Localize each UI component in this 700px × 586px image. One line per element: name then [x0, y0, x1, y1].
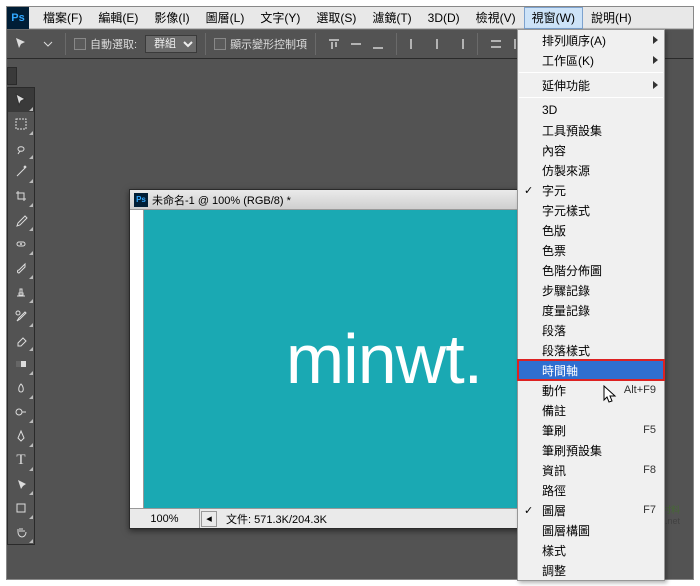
shortcut-label: F5 — [643, 424, 656, 436]
eraser-tool[interactable] — [8, 328, 34, 352]
menu-item[interactable]: 色階分佈圖 — [518, 260, 664, 280]
submenu-arrow-icon — [653, 36, 658, 44]
menu-item[interactable]: 調整 — [518, 560, 664, 580]
menu-item[interactable]: 度量記錄 — [518, 300, 664, 320]
menubar-item[interactable]: 3D(D) — [420, 7, 468, 29]
hand-tool[interactable] — [8, 520, 34, 544]
window-menu-dropdown: 排列順序(A) 工作區(K) 延伸功能 3D工具預設集內容仿製來源✓字元字元樣式… — [517, 29, 665, 581]
menu-item[interactable]: 工具預設集 — [518, 120, 664, 140]
menu-item[interactable]: ✓字元 — [518, 180, 664, 200]
menubar-item[interactable]: 文字(Y) — [252, 7, 308, 29]
show-transform-checkbox[interactable]: 顯示變形控制項 — [214, 36, 307, 52]
menu-item[interactable]: 步驟記錄 — [518, 280, 664, 300]
ps-logo: Ps — [7, 7, 29, 29]
menu-item[interactable]: 字元樣式 — [518, 200, 664, 220]
menubar-item[interactable]: 圖層(L) — [198, 7, 253, 29]
toolbox: T — [7, 87, 35, 545]
stamp-tool[interactable] — [8, 280, 34, 304]
menu-arrange[interactable]: 排列順序(A) — [518, 30, 664, 50]
shape-tool[interactable] — [8, 496, 34, 520]
menu-item[interactable]: 3D — [518, 100, 664, 120]
dropdown-icon[interactable] — [39, 35, 57, 53]
crop-tool[interactable] — [8, 184, 34, 208]
type-tool[interactable]: T — [8, 448, 34, 472]
path-select-tool[interactable] — [8, 472, 34, 496]
doc-info[interactable]: 文件: 571.3K/204.3K — [218, 511, 524, 527]
menu-separator — [519, 97, 663, 98]
align-group — [324, 34, 388, 54]
auto-select-label: 自動選取: — [90, 36, 137, 52]
check-icon: ✓ — [524, 184, 533, 197]
menubar-item[interactable]: 選取(S) — [308, 7, 364, 29]
align-bottom-icon[interactable] — [368, 34, 388, 54]
status-prev-icon[interactable]: ◂ — [201, 511, 217, 527]
menubar-item[interactable]: 檢視(V) — [468, 7, 524, 29]
eyedropper-tool[interactable] — [8, 208, 34, 232]
align-vcenter-icon[interactable] — [346, 34, 366, 54]
move-tool[interactable] — [8, 88, 34, 112]
menu-item[interactable]: 內容 — [518, 140, 664, 160]
menu-extensions[interactable]: 延伸功能 — [518, 75, 664, 95]
document-title: 未命名-1 @ 100% (RGB/8) * — [152, 192, 291, 208]
gradient-tool[interactable] — [8, 352, 34, 376]
menu-workspace[interactable]: 工作區(K) — [518, 50, 664, 70]
align-group-2 — [405, 34, 469, 54]
pen-tool[interactable] — [8, 424, 34, 448]
menu-item[interactable]: 時間軸 — [518, 360, 664, 380]
align-top-icon[interactable] — [324, 34, 344, 54]
move-tool-icon — [13, 35, 31, 53]
lasso-tool[interactable] — [8, 136, 34, 160]
menubar-item[interactable]: 說明(H) — [583, 7, 640, 29]
menu-item[interactable]: ✓圖層F7 — [518, 500, 664, 520]
menubar: Ps 檔案(F)編輯(E)影像(I)圖層(L)文字(Y)選取(S)濾鏡(T)3D… — [7, 7, 693, 29]
menu-item[interactable]: 備註 — [518, 400, 664, 420]
submenu-arrow-icon — [653, 81, 658, 89]
menu-item[interactable]: 色版 — [518, 220, 664, 240]
menu-separator — [519, 72, 663, 73]
distribute-icon[interactable] — [486, 34, 506, 54]
brush-tool[interactable] — [8, 256, 34, 280]
submenu-arrow-icon — [653, 56, 658, 64]
menu-item[interactable]: 路徑 — [518, 480, 664, 500]
menu-item[interactable]: 色票 — [518, 240, 664, 260]
auto-select-mode[interactable]: 群組 — [145, 35, 197, 53]
menubar-item[interactable]: 視窗(W) — [524, 7, 583, 29]
toolbox-tab[interactable] — [7, 67, 17, 85]
menubar-item[interactable]: 影像(I) — [146, 7, 197, 29]
menu-item[interactable]: 動作Alt+F9 — [518, 380, 664, 400]
align-hcenter-icon[interactable] — [427, 34, 447, 54]
healing-tool[interactable] — [8, 232, 34, 256]
menu-item[interactable]: 樣式 — [518, 540, 664, 560]
menu-item[interactable]: 段落樣式 — [518, 340, 664, 360]
canvas-text: minwt. — [286, 319, 482, 399]
show-transform-label: 顯示變形控制項 — [230, 36, 307, 52]
menu-item[interactable]: 資訊F8 — [518, 460, 664, 480]
menu-item[interactable]: 圖層構圖 — [518, 520, 664, 540]
magic-wand-tool[interactable] — [8, 160, 34, 184]
menubar-item[interactable]: 檔案(F) — [35, 7, 90, 29]
align-left-icon[interactable] — [405, 34, 425, 54]
check-icon: ✓ — [524, 504, 533, 517]
blur-tool[interactable] — [8, 376, 34, 400]
auto-select-checkbox[interactable]: 自動選取: — [74, 36, 137, 52]
menubar-item[interactable]: 編輯(E) — [90, 7, 146, 29]
dodge-tool[interactable] — [8, 400, 34, 424]
scrollbar-left[interactable] — [130, 210, 144, 508]
history-brush-tool[interactable] — [8, 304, 34, 328]
shortcut-label: Alt+F9 — [624, 384, 656, 396]
ps-mini-icon: Ps — [134, 193, 148, 207]
menu-item[interactable]: 筆刷F5 — [518, 420, 664, 440]
align-right-icon[interactable] — [449, 34, 469, 54]
menubar-item[interactable]: 濾鏡(T) — [364, 7, 419, 29]
shortcut-label: F8 — [643, 464, 656, 476]
zoom-level[interactable]: 100% — [130, 509, 200, 528]
menu-item[interactable]: 仿製來源 — [518, 160, 664, 180]
menu-item[interactable]: 段落 — [518, 320, 664, 340]
menu-item[interactable]: 筆刷預設集 — [518, 440, 664, 460]
marquee-tool[interactable] — [8, 112, 34, 136]
shortcut-label: F7 — [643, 504, 656, 516]
